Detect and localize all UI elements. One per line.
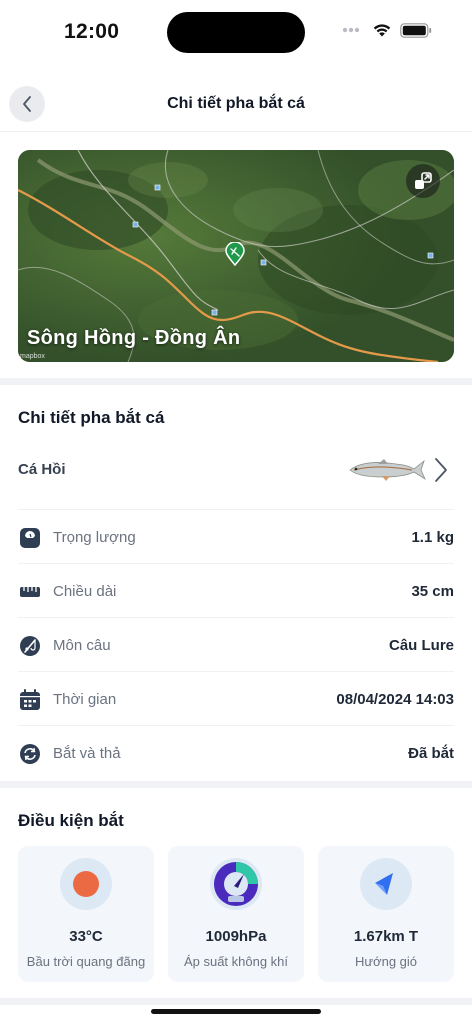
- home-indicator[interactable]: [151, 1009, 321, 1014]
- detail-row-weight: Trọng lượng 1.1 kg: [18, 509, 454, 563]
- catch-location-map[interactable]: Sông Hồng - Đồng Ân mapbox: [18, 150, 454, 362]
- location-label: Sông Hồng - Đồng Ân: [27, 327, 241, 349]
- condition-card-weather: 33°C Bầu trời quang đãng: [18, 846, 154, 982]
- section-divider: [0, 378, 472, 385]
- map-attribution: mapbox: [20, 353, 45, 360]
- detail-row-release: Bắt và thả Đã bắt: [18, 725, 454, 779]
- detail-label: Trọng lượng: [53, 529, 136, 546]
- expand-map-button[interactable]: [406, 164, 440, 198]
- chevron-right-icon: [435, 458, 447, 482]
- section-divider: [0, 781, 472, 788]
- detail-row-method: Môn câu Câu Lure: [18, 617, 454, 671]
- detail-value: 35 cm: [411, 583, 454, 600]
- fishing-rod-icon: [18, 634, 42, 658]
- catch-details-title: Chi tiết pha bắt cá: [18, 408, 165, 427]
- condition-value: 1.67km T: [353, 928, 419, 945]
- conditions-title: Điều kiện bắt: [18, 811, 124, 830]
- status-bar: 12:00: [0, 0, 472, 64]
- condition-label: Bầu trời quang đãng: [26, 954, 146, 969]
- calendar-icon: [18, 688, 42, 712]
- ruler-icon: [18, 580, 42, 604]
- detail-value: Đã bắt: [408, 745, 454, 762]
- species-name: Cá Hồi: [18, 461, 66, 478]
- pressure-gauge-icon: [210, 858, 262, 910]
- detail-value: 08/04/2024 14:03: [336, 691, 454, 708]
- wind-direction-icon: [360, 858, 412, 910]
- condition-label: Hướng gió: [354, 954, 418, 969]
- status-time: 12:00: [64, 20, 120, 43]
- detail-value: Câu Lure: [388, 637, 454, 654]
- section-divider: [0, 998, 472, 1005]
- catch-location-pin-icon[interactable]: [225, 242, 245, 266]
- nav-bar: Chi tiết pha bắt cá: [0, 78, 472, 132]
- detail-label: Thời gian: [53, 691, 117, 708]
- battery-icon: [400, 22, 432, 38]
- sun-icon: [60, 858, 112, 910]
- detail-row-length: Chiều dài 35 cm: [18, 563, 454, 617]
- condition-label: Áp suất không khí: [183, 954, 289, 969]
- detail-label: Bắt và thả: [53, 745, 121, 762]
- weight-scale-icon: [18, 526, 42, 550]
- condition-card-pressure: 1009hPa Áp suất không khí: [168, 846, 304, 982]
- catch-release-icon: [18, 742, 42, 766]
- species-row[interactable]: Cá Hồi: [18, 450, 454, 490]
- wifi-icon: [373, 24, 391, 37]
- cellular-signal-icon: [342, 27, 364, 33]
- condition-card-wind: 1.67km T Hướng gió: [318, 846, 454, 982]
- detail-label: Chiều dài: [53, 583, 117, 600]
- status-icons: [342, 22, 432, 38]
- page-title: Chi tiết pha bắt cá: [167, 95, 305, 112]
- condition-value: 33°C: [69, 928, 103, 945]
- expand-icon: [415, 172, 432, 189]
- condition-value: 1009hPa: [205, 928, 267, 945]
- detail-label: Môn câu: [53, 637, 111, 654]
- detail-value: 1.1 kg: [411, 529, 454, 546]
- detail-row-time: Thời gian 08/04/2024 14:03: [18, 671, 454, 725]
- dynamic-island: [167, 12, 305, 53]
- fish-image: [349, 459, 426, 481]
